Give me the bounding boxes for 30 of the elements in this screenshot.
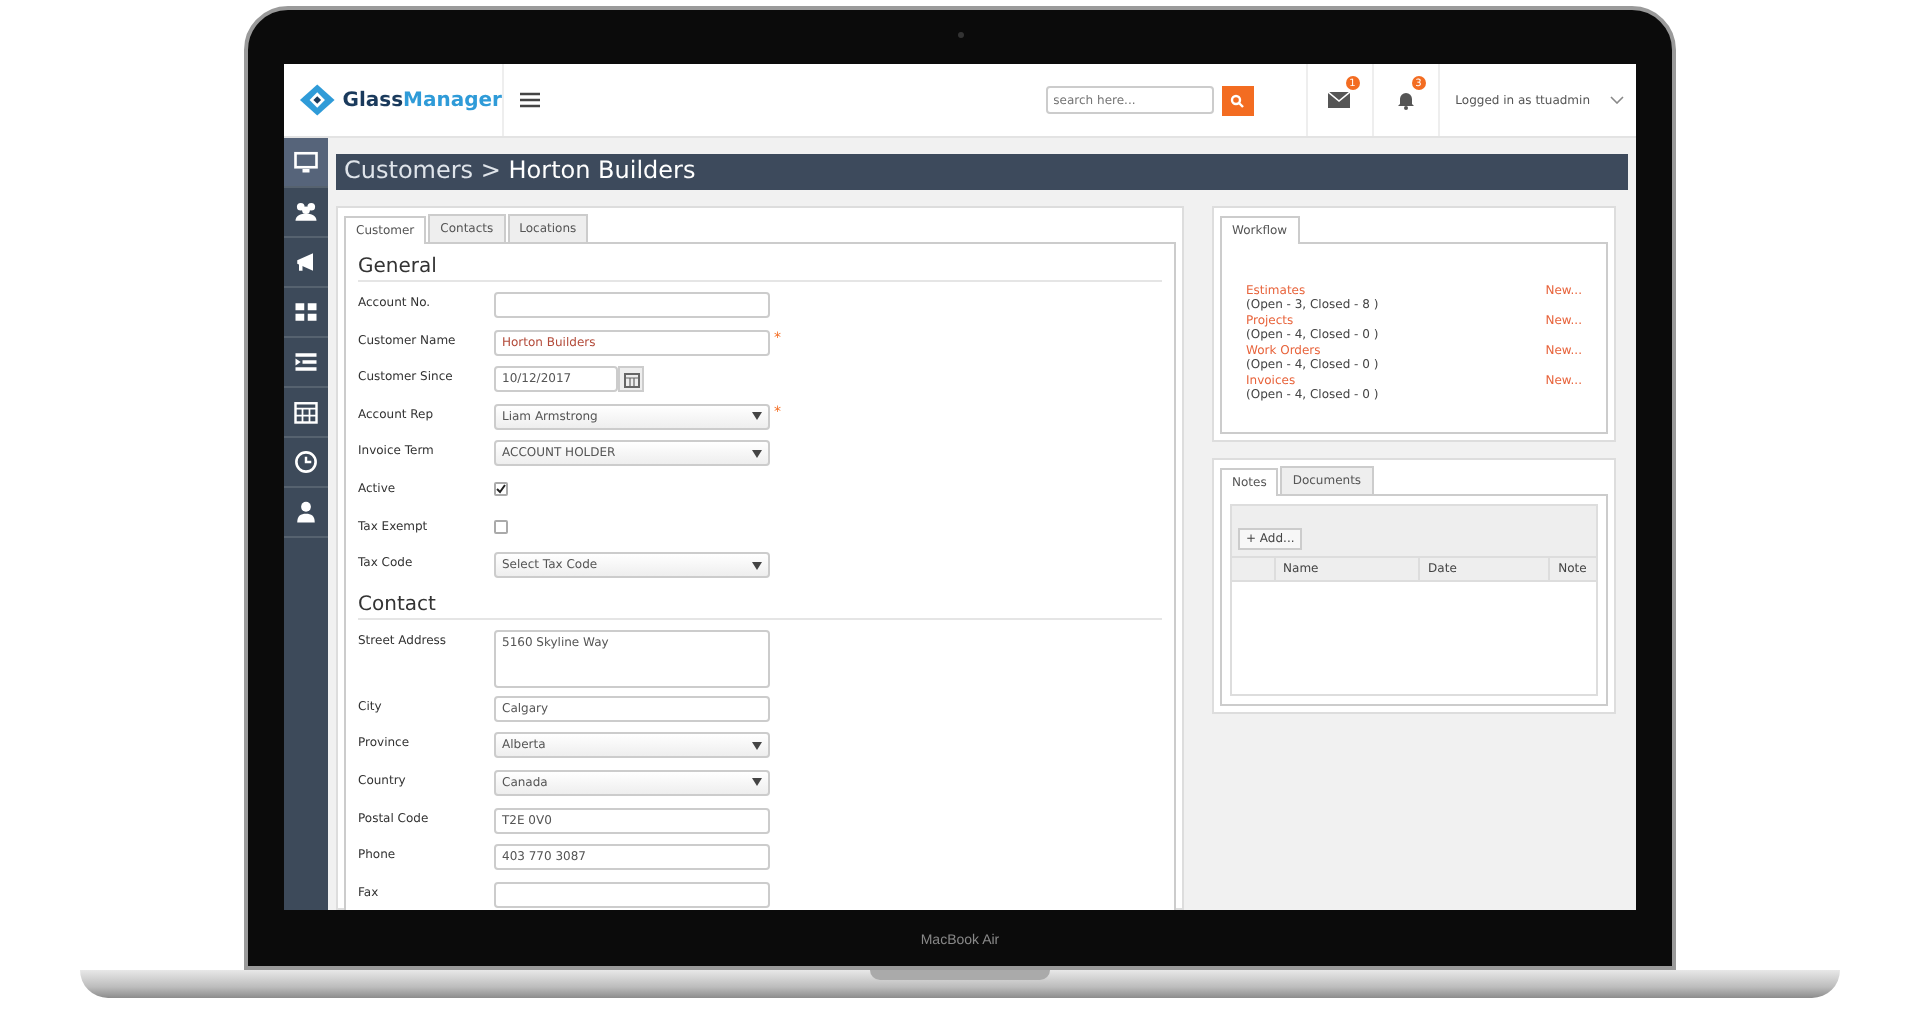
calendar-button[interactable] [618, 366, 644, 393]
page-title: Customers > Horton Builders [336, 154, 1628, 190]
logo-icon [298, 82, 337, 118]
logo-text: GlassManager [342, 89, 502, 111]
list-icon [292, 348, 320, 376]
people-icon [292, 198, 320, 226]
caret-icon [752, 741, 762, 750]
text-field[interactable] [494, 881, 770, 908]
search-button[interactable] [1221, 85, 1254, 115]
chevron-down-icon[interactable] [1610, 96, 1624, 104]
monitor-icon [292, 148, 320, 176]
checkbox[interactable] [494, 481, 508, 496]
section-heading: Contact [358, 593, 1162, 620]
person-icon [292, 498, 320, 526]
clock-icon [292, 448, 320, 476]
checkbox[interactable] [494, 519, 508, 534]
section-heading: General [358, 256, 1162, 282]
calendar-icon [623, 371, 639, 388]
text-field[interactable] [494, 292, 770, 318]
caret-icon [752, 449, 762, 458]
bell-icon[interactable] [1395, 90, 1416, 110]
sidebar-item[interactable] [284, 138, 328, 188]
caret-icon [752, 561, 762, 570]
calendar-icon [292, 398, 320, 426]
mail-icon[interactable] [1328, 92, 1351, 108]
menu-icon[interactable] [520, 92, 540, 108]
grid-icon [292, 298, 320, 326]
caret-icon [752, 412, 762, 421]
search-icon [1230, 93, 1245, 107]
caret-icon [752, 778, 762, 787]
